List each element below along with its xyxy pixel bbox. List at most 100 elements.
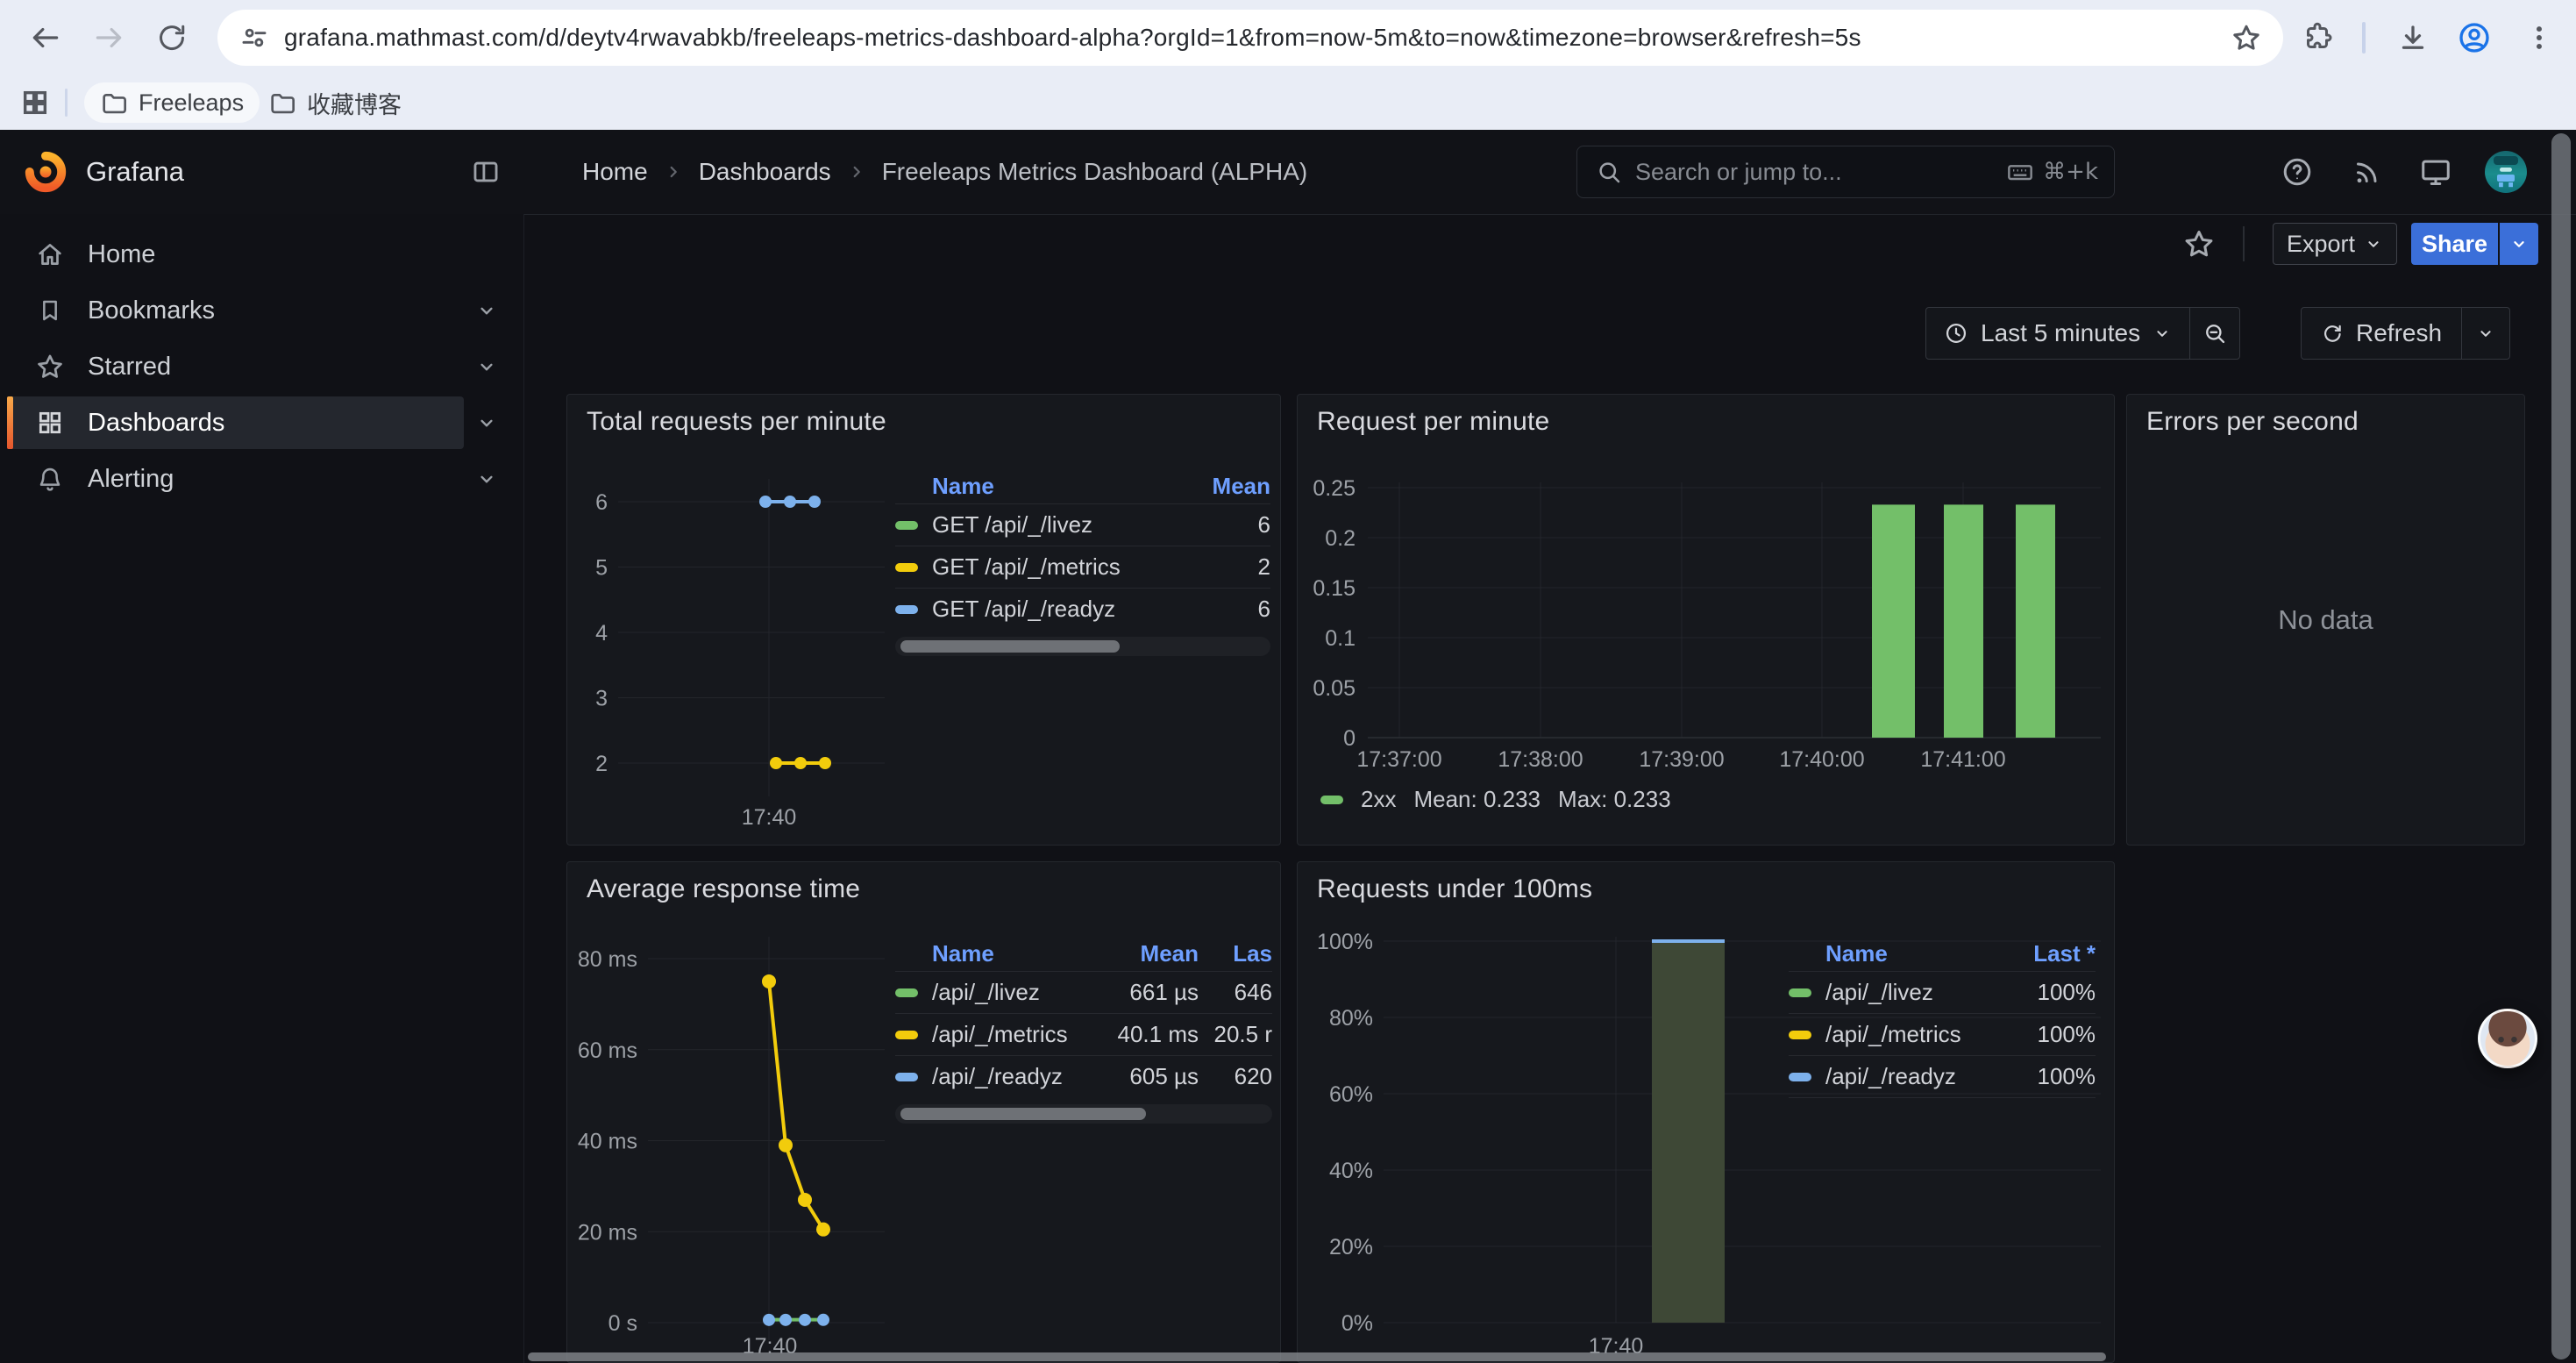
sidebar-item-alerting[interactable]: Alerting	[0, 451, 523, 507]
request-per-minute-chart[interactable]: 00.050.10.150.20.2517:37:0017:38:0017:39…	[1298, 395, 2114, 845]
help-button[interactable]	[2280, 154, 2315, 189]
legend-row[interactable]: /api/_/metrics 40.1 ms 20.5 r	[895, 1014, 1272, 1056]
panel-title[interactable]: Average response time	[587, 874, 860, 904]
svg-text:40%: 40%	[1329, 1159, 1373, 1183]
breadcrumb-home[interactable]: Home	[582, 158, 648, 186]
legend-row[interactable]: /api/_/livez 100%	[1789, 972, 2096, 1014]
grafana-header: Grafana Home Dashboards Freeleaps Metric…	[0, 130, 2576, 215]
series-name[interactable]: GET /api/_/readyz	[932, 596, 1192, 623]
legend-row[interactable]: GET /api/_/metrics 2	[895, 546, 1270, 589]
legend-col-mean[interactable]: Mean	[1093, 940, 1199, 967]
series-name[interactable]: /api/_/readyz	[1825, 1063, 1999, 1090]
legend-col-name[interactable]: Name	[1789, 940, 1999, 967]
series-name[interactable]: GET /api/_/metrics	[932, 553, 1192, 581]
download-icon	[2397, 22, 2429, 54]
bookmark-folder-freeleaps[interactable]: Freeleaps	[84, 82, 260, 123]
legend-row[interactable]: /api/_/metrics 100%	[1789, 1014, 2096, 1056]
legend-col-mean[interactable]: Mean	[1192, 473, 1270, 500]
display-button[interactable]	[2418, 154, 2453, 189]
browser-reload-button[interactable]	[153, 18, 191, 57]
bell-icon	[35, 464, 65, 494]
toolbar-divider	[2362, 22, 2366, 54]
legend-row[interactable]: GET /api/_/readyz 6	[895, 589, 1270, 630]
sidebar-item-label: Home	[88, 240, 155, 269]
svg-text:0.05: 0.05	[1313, 676, 1356, 701]
address-bar[interactable]: grafana.mathmast.com/d/deytv4rwavabkb/fr…	[217, 10, 2283, 66]
sidebar-item-starred[interactable]: Starred	[0, 339, 523, 395]
extensions-button[interactable]	[2298, 18, 2337, 57]
refresh-icon	[2321, 322, 2344, 345]
legend-row[interactable]: /api/_/readyz 100%	[1789, 1056, 2096, 1098]
series-name[interactable]: 2xx	[1361, 786, 1396, 813]
sidebar-item-dashboards[interactable]: Dashboards	[0, 395, 523, 451]
series-name[interactable]: /api/_/metrics	[1825, 1021, 1999, 1048]
legend-col-last[interactable]: Las	[1199, 940, 1272, 967]
series-name[interactable]: /api/_/metrics	[932, 1021, 1093, 1048]
export-button[interactable]: Export	[2273, 223, 2397, 265]
chevron-down-icon	[2153, 324, 2172, 343]
site-settings-icon[interactable]	[238, 22, 270, 54]
vertical-scrollbar[interactable]	[2551, 133, 2571, 1359]
series-name[interactable]: /api/_/livez	[932, 979, 1093, 1006]
favorite-dashboard-button[interactable]	[2180, 225, 2218, 263]
legend-header: Name Mean	[895, 468, 1270, 504]
legend-row[interactable]: GET /api/_/livez 6	[895, 504, 1270, 546]
refresh-interval-button[interactable]	[2462, 308, 2509, 359]
grafana-flame-icon	[23, 149, 68, 195]
bookmarks-divider	[65, 89, 68, 117]
time-range-picker[interactable]: Last 5 minutes	[1926, 319, 2189, 347]
legend-row[interactable]: /api/_/readyz 605 µs 620	[895, 1056, 1272, 1097]
url-text[interactable]: grafana.mathmast.com/d/deytv4rwavabkb/fr…	[284, 24, 1861, 52]
assistant-avatar-widget[interactable]	[2478, 1009, 2537, 1068]
svg-text:0.25: 0.25	[1313, 476, 1356, 501]
panel-title[interactable]: Requests under 100ms	[1317, 874, 1592, 904]
apps-grid-button[interactable]	[18, 87, 53, 118]
series-color-pill	[895, 521, 918, 530]
browser-profile-button[interactable]	[2455, 18, 2494, 57]
series-color-pill	[895, 1031, 918, 1039]
legend-col-name[interactable]: Name	[895, 473, 1192, 500]
chevron-down-icon[interactable]	[474, 298, 499, 323]
browser-menu-button[interactable]	[2520, 18, 2558, 57]
breadcrumb-dashboards[interactable]: Dashboards	[699, 158, 831, 186]
refresh-button[interactable]: Refresh	[2302, 319, 2461, 347]
bookmark-star-button[interactable]	[2229, 20, 2264, 55]
collapse-sidebar-button[interactable]	[468, 154, 503, 189]
legend-inline[interactable]: 2xx Mean: 0.233 Max: 0.233	[1320, 786, 1671, 813]
svg-text:17:38:00: 17:38:00	[1498, 747, 1583, 772]
browser-back-button[interactable]	[26, 18, 65, 57]
legend-col-name[interactable]: Name	[895, 940, 1093, 967]
search-input[interactable]: Search or jump to... ⌘+k	[1576, 146, 2115, 198]
horizontal-scrollbar[interactable]	[528, 1352, 2106, 1361]
chevron-down-icon[interactable]	[474, 354, 499, 379]
tune-icon	[240, 24, 268, 52]
sidebar-item-bookmarks[interactable]: Bookmarks	[0, 282, 523, 339]
user-avatar[interactable]	[2485, 151, 2527, 193]
downloads-button[interactable]	[2394, 18, 2432, 57]
legend-col-last[interactable]: Last *	[1999, 940, 2096, 967]
time-range-group: Last 5 minutes	[1925, 307, 2240, 360]
chevron-down-icon[interactable]	[474, 410, 499, 435]
svg-text:60 ms: 60 ms	[578, 1038, 637, 1063]
zoom-out-time-button[interactable]	[2190, 308, 2239, 359]
browser-forward-button[interactable]	[89, 18, 128, 57]
legend-scrollbar[interactable]	[895, 637, 1270, 656]
sidebar-item-home[interactable]: Home	[0, 226, 523, 282]
share-button[interactable]: Share	[2411, 223, 2498, 265]
series-name[interactable]: /api/_/readyz	[932, 1063, 1093, 1090]
series-name[interactable]: GET /api/_/livez	[932, 511, 1192, 539]
scrollbar-thumb[interactable]	[900, 1108, 1146, 1120]
chevron-down-icon	[2364, 234, 2383, 253]
chevron-down-icon[interactable]	[474, 467, 499, 491]
legend-scrollbar[interactable]	[895, 1104, 1272, 1124]
bookmark-folder-blogs[interactable]: 收藏博客	[253, 82, 417, 123]
panel-title[interactable]: Total requests per minute	[587, 407, 886, 437]
panel-title[interactable]: Request per minute	[1317, 407, 1549, 437]
series-name[interactable]: /api/_/livez	[1825, 979, 1999, 1006]
legend-table: Name Mean GET /api/_/livez 6 GET /api/_/…	[895, 468, 1270, 656]
share-menu-button[interactable]	[2500, 223, 2538, 265]
news-button[interactable]	[2350, 154, 2385, 189]
grafana-logo[interactable]	[23, 149, 68, 195]
legend-row[interactable]: /api/_/livez 661 µs 646	[895, 972, 1272, 1014]
scrollbar-thumb[interactable]	[900, 640, 1120, 653]
